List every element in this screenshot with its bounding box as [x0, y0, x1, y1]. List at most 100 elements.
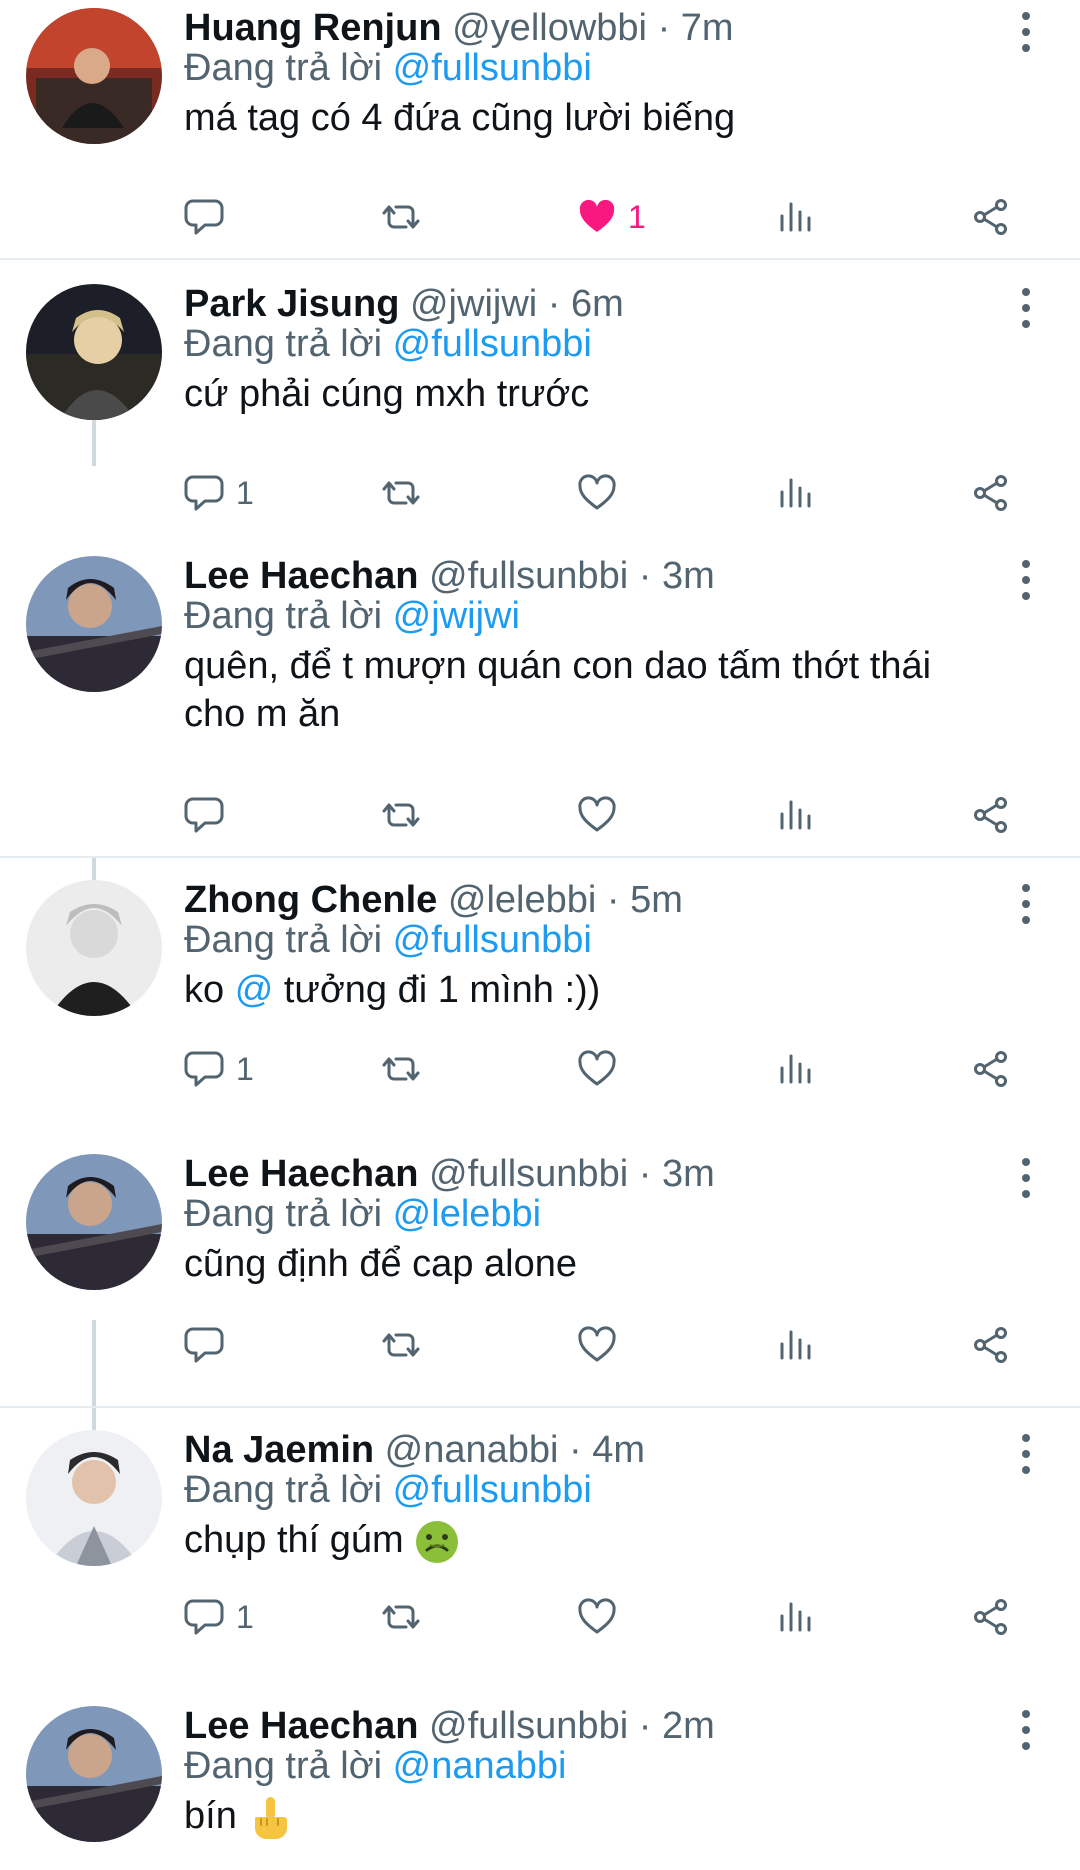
share-button[interactable] [970, 1592, 1012, 1642]
display-name[interactable]: Huang Renjun [184, 7, 442, 49]
retweet-button[interactable] [380, 1320, 422, 1370]
retweet-button[interactable] [380, 192, 422, 242]
user-handle[interactable]: @fullsunbbi [429, 1153, 628, 1195]
display-name[interactable]: Zhong Chenle [184, 879, 437, 921]
display-name[interactable]: Lee Haechan [184, 555, 418, 597]
more-icon[interactable] [1020, 1710, 1032, 1750]
like-button[interactable] [576, 468, 618, 518]
avatar-image [26, 1154, 162, 1290]
replying-to-handle[interactable]: @fullsunbbi [393, 919, 592, 961]
stats-button[interactable] [774, 1320, 816, 1370]
timestamp[interactable]: 5m [630, 879, 683, 921]
display-name[interactable]: Na Jaemin [184, 1429, 374, 1471]
tweet[interactable]: Lee Haechan @fullsunbbi · 3m Đang trả lờ… [0, 552, 1080, 852]
stats-button[interactable] [774, 1592, 816, 1642]
retweet-button[interactable] [380, 468, 422, 518]
more-icon[interactable] [1020, 1158, 1032, 1198]
tweet[interactable]: Huang Renjun @yellowbbi · 7m Đang trả lờ… [0, 0, 1080, 258]
more-icon[interactable] [1020, 288, 1032, 328]
avatar-image [26, 8, 162, 144]
retweet-button[interactable] [380, 1592, 422, 1642]
avatar[interactable] [26, 1706, 162, 1842]
retweet-button[interactable] [380, 790, 422, 840]
like-icon [578, 1598, 616, 1634]
like-icon [579, 199, 615, 232]
timestamp[interactable]: 7m [681, 7, 734, 49]
share-button[interactable] [970, 468, 1012, 518]
retweet-icon [382, 481, 420, 505]
retweet-icon [382, 1333, 420, 1357]
stats-button[interactable] [774, 1044, 816, 1094]
tweet[interactable]: Park Jisung @jwijwi · 6m Đang trả lời @f… [0, 276, 1080, 536]
replying-to-handle[interactable]: @nanabbi [393, 1745, 567, 1787]
tweet[interactable]: Lee Haechan @fullsunbbi · 3m Đang trả lờ… [0, 1153, 1080, 1394]
reply-button[interactable] [184, 1320, 226, 1370]
tweet[interactable]: Na Jaemin @nanabbi · 4m Đang trả lời @fu… [0, 1428, 1080, 1670]
stats-icon [780, 1602, 811, 1632]
tweet-text: ko @ tưởng đi 1 mình :)) [184, 966, 1024, 1014]
replying-to-handle[interactable]: @fullsunbbi [393, 47, 592, 89]
replying-to-handle[interactable]: @fullsunbbi [393, 323, 592, 365]
retweet-button[interactable] [380, 1044, 422, 1094]
user-handle[interactable]: @fullsunbbi [429, 555, 628, 597]
tweet[interactable]: Lee Haechan @fullsunbbi · 2m Đang trả lờ… [0, 1704, 1080, 1870]
replying-to-label: Đang trả lời [184, 1745, 383, 1787]
like-button[interactable] [576, 1592, 618, 1642]
replying-to-label: Đang trả lời [184, 1193, 383, 1235]
share-icon [974, 1599, 1007, 1635]
replying-to-handle[interactable]: @jwijwi [393, 595, 520, 637]
tweet-actions: 1 [184, 1044, 1044, 1094]
display-name[interactable]: Lee Haechan [184, 1705, 418, 1747]
retweet-icon [382, 205, 420, 229]
display-name[interactable]: Lee Haechan [184, 1153, 418, 1195]
more-icon[interactable] [1020, 12, 1032, 52]
avatar[interactable] [26, 880, 162, 1016]
replying-to-handle[interactable]: @lelebbi [393, 1193, 541, 1235]
reply-button[interactable]: 1 [184, 1592, 254, 1642]
separator-dot: · [569, 1429, 582, 1471]
timestamp[interactable]: 3m [662, 555, 715, 597]
share-button[interactable] [970, 1044, 1012, 1094]
stats-button[interactable] [774, 790, 816, 840]
like-icon [578, 1050, 616, 1086]
user-handle[interactable]: @fullsunbbi [429, 1705, 628, 1747]
user-handle[interactable]: @nanabbi [385, 1429, 559, 1471]
like-button[interactable]: 1 [576, 192, 646, 242]
avatar[interactable] [26, 1430, 162, 1566]
avatar[interactable] [26, 8, 162, 144]
replying-to-handle[interactable]: @fullsunbbi [393, 1469, 592, 1511]
tweet-text-part: chụp thí gúm [184, 1519, 404, 1561]
display-name[interactable]: Park Jisung [184, 283, 399, 325]
user-handle[interactable]: @lelebbi [448, 879, 596, 921]
more-icon[interactable] [1020, 1434, 1032, 1474]
avatar[interactable] [26, 556, 162, 692]
timestamp[interactable]: 4m [592, 1429, 645, 1471]
share-button[interactable] [970, 192, 1012, 242]
reply-button[interactable]: 1 [184, 1044, 254, 1094]
reply-button[interactable]: 1 [184, 468, 254, 518]
like-button[interactable] [576, 790, 618, 840]
share-button[interactable] [970, 1320, 1012, 1370]
like-button[interactable] [576, 1044, 618, 1094]
tweet[interactable]: Zhong Chenle @lelebbi · 5m Đang trả lời … [0, 876, 1080, 1138]
reply-button[interactable] [184, 790, 226, 840]
user-handle[interactable]: @yellowbbi [452, 7, 647, 49]
tweet-text-line: quên, để t mượn quán con dao tấm thớt th… [184, 645, 932, 687]
avatar[interactable] [26, 284, 162, 420]
reply-button[interactable] [184, 192, 236, 242]
timestamp[interactable]: 2m [662, 1705, 715, 1747]
avatar[interactable] [26, 1154, 162, 1290]
tweet-text: quên, để t mượn quán con dao tấm thớt th… [184, 642, 1024, 738]
stats-button[interactable] [774, 468, 816, 518]
timestamp[interactable]: 6m [571, 283, 624, 325]
more-icon[interactable] [1020, 560, 1032, 600]
stats-button[interactable] [774, 192, 816, 242]
mention-link[interactable]: @ [235, 969, 274, 1011]
like-button[interactable] [576, 1320, 618, 1370]
share-button[interactable] [970, 790, 1012, 840]
more-icon[interactable] [1020, 884, 1032, 924]
timestamp[interactable]: 3m [662, 1153, 715, 1195]
user-handle[interactable]: @jwijwi [410, 283, 537, 325]
replying-to-label: Đang trả lời [184, 919, 383, 961]
tweet-actions: 1 [184, 192, 1044, 242]
